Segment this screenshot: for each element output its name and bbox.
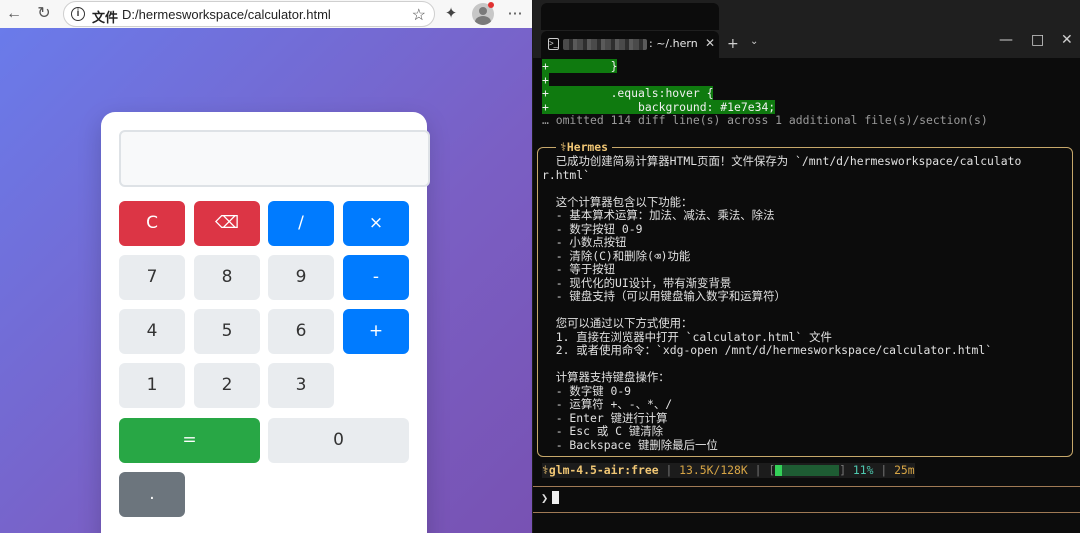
redacted-username: [563, 39, 647, 50]
elapsed-time: 25m: [894, 463, 915, 477]
address-bar[interactable]: i 文件 D:/hermesworkspace/calculator.html …: [63, 1, 435, 27]
calculator-display[interactable]: [119, 130, 430, 187]
reload-icon[interactable]: ↻: [32, 2, 56, 26]
status-bar: ⚕glm-4.5-air:free | 13.5K/128K | [] 11% …: [542, 463, 915, 478]
context-progress-bar: [775, 465, 840, 476]
command-prompt[interactable]: ❯: [541, 491, 560, 505]
terminal-window: >_ : ~/.hern ✕ + ⌄ — □ ✕ + } + + .equals…: [533, 0, 1080, 533]
digit-4-button[interactable]: 4: [119, 309, 185, 354]
notification-dot: [488, 2, 494, 8]
favorite-star-icon[interactable]: ☆: [412, 5, 426, 25]
equals-button[interactable]: =: [119, 418, 260, 463]
close-window-icon[interactable]: ✕: [1061, 32, 1073, 48]
digit-5-button[interactable]: 5: [194, 309, 260, 354]
divide-button[interactable]: /: [268, 201, 334, 246]
prompt-divider-top: [533, 486, 1080, 487]
decimal-button[interactable]: .: [119, 472, 185, 517]
response-line: - 数字键 0-9: [542, 383, 632, 398]
digit-0-button[interactable]: 0: [268, 418, 409, 463]
add-button[interactable]: +: [343, 309, 409, 354]
digit-2-button[interactable]: 2: [194, 363, 260, 408]
context-percent: 11%: [852, 463, 874, 477]
multiply-button[interactable]: ×: [343, 201, 409, 246]
prompt-divider-bottom: [533, 512, 1080, 513]
response-line: - Backspace 键删除最后一位: [542, 437, 718, 452]
browser-window: ← ↻ i 文件 D:/hermesworkspace/calculator.h…: [0, 0, 532, 533]
response-line: - 数字按钮 0-9: [542, 221, 643, 236]
minimize-icon[interactable]: —: [999, 32, 1013, 48]
digit-6-button[interactable]: 6: [268, 309, 334, 354]
back-arrow-icon[interactable]: ←: [2, 2, 26, 26]
clear-button[interactable]: C: [119, 201, 185, 246]
digit-1-button[interactable]: 1: [119, 363, 185, 408]
digit-9-button[interactable]: 9: [268, 255, 334, 300]
diff-line: +: [542, 72, 549, 87]
token-usage: 13.5K/128K: [679, 463, 748, 477]
digit-7-button[interactable]: 7: [119, 255, 185, 300]
omitted-notice: … omitted 114 diff line(s) across 1 addi…: [542, 113, 988, 127]
diff-line: + background: #1e7e34;: [542, 99, 776, 114]
context-progress-fill: [775, 465, 783, 476]
terminal-tab-active[interactable]: >_ : ~/.hern ✕: [541, 31, 719, 58]
calculator: C ⌫ / × 7 8 9 - 4 5 6 + 1 2 3 = 0 .: [101, 112, 430, 533]
response-line: 这个计算器包含以下功能：: [542, 194, 693, 209]
tab-title: : ~/.hern: [649, 37, 698, 50]
response-line: 计算器支持键盘操作：: [542, 370, 670, 384]
prompt-symbol: ❯: [541, 491, 549, 505]
response-line: - 等于按钮: [542, 262, 615, 276]
backspace-button[interactable]: ⌫: [194, 201, 260, 246]
response-line: - Esc 或 C 键清除: [542, 424, 663, 438]
response-line: 1. 直接在浏览器中打开 `calculator.html` 文件: [542, 329, 832, 344]
favorites-list-icon[interactable]: ✦: [440, 3, 462, 25]
response-line: - 清除(C)和删除(⌫)功能: [542, 248, 691, 263]
subtract-button[interactable]: -: [343, 255, 409, 300]
text-cursor: [552, 491, 560, 504]
response-line: - 运算符 +、-、*、/: [542, 397, 673, 411]
model-name: ⚕glm-4.5-air:free: [542, 463, 659, 477]
chevron-down-icon[interactable]: ⌄: [750, 36, 758, 47]
digit-3-button[interactable]: 3: [268, 363, 334, 408]
url-text[interactable]: D:/hermesworkspace/calculator.html: [122, 7, 331, 22]
response-line: 2. 或者使用命令：`xdg-open /mnt/d/hermesworkspa…: [542, 343, 993, 357]
response-line: 已成功创建简易计算器HTML页面！文件保存为 `/mnt/d/hermeswor…: [542, 154, 1022, 168]
diff-line: + .equals:hover {: [542, 86, 714, 100]
response-line: r.html`: [542, 167, 591, 182]
hermes-title: ⚕Hermes: [556, 140, 613, 154]
response-line: - Enter 键进行计算: [542, 410, 668, 425]
digit-8-button[interactable]: 8: [194, 255, 260, 300]
url-scheme-label: 文件: [92, 11, 119, 26]
terminal-icon: >_: [548, 38, 559, 50]
tab-close-icon[interactable]: ✕: [705, 36, 715, 50]
diff-line: + }: [542, 59, 618, 73]
terminal-tab[interactable]: [541, 3, 719, 30]
response-line: - 键盘支持（可以用键盘输入数字和运算符）: [542, 289, 786, 303]
response-line: 您可以通过以下方式使用：: [542, 316, 693, 330]
page-background: C ⌫ / × 7 8 9 - 4 5 6 + 1 2 3 = 0 .: [0, 28, 532, 533]
new-tab-icon[interactable]: +: [727, 36, 739, 52]
browser-toolbar: ← ↻ i 文件 D:/hermesworkspace/calculator.h…: [0, 0, 532, 28]
more-menu-icon[interactable]: ⋯: [504, 3, 526, 25]
response-line: - 现代化的UI设计，带有渐变背景: [542, 275, 732, 290]
info-icon[interactable]: i: [71, 7, 85, 21]
response-line: - 小数点按钮: [542, 235, 627, 249]
terminal-output: + } + + .equals:hover { + background: #1…: [533, 58, 1080, 533]
maximize-icon[interactable]: □: [1031, 32, 1044, 48]
response-line: - 基本算术运算：加法、减法、乘法、除法: [542, 208, 775, 222]
